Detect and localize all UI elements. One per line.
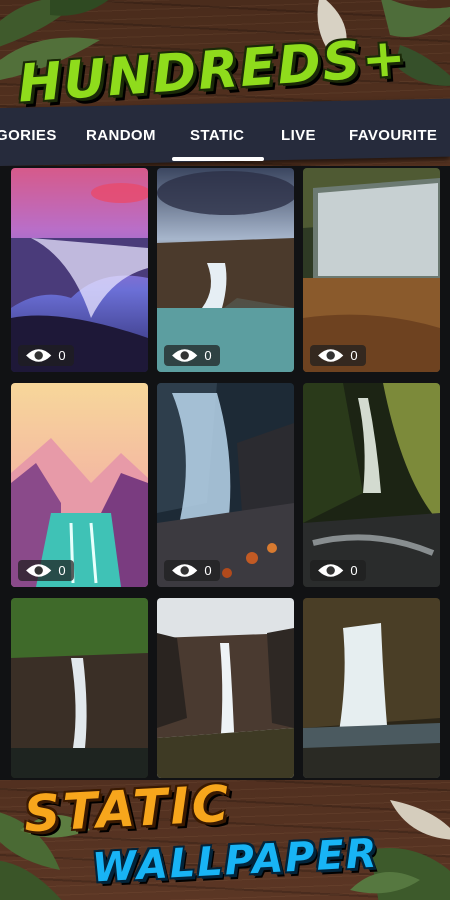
view-count: 0 xyxy=(58,348,66,363)
eye-icon xyxy=(318,564,344,577)
tab-live[interactable]: LIVE xyxy=(281,127,316,144)
wallpaper-tile[interactable] xyxy=(303,598,440,778)
eye-icon xyxy=(26,564,52,577)
wallpaper-image xyxy=(157,383,294,587)
wallpaper-image xyxy=(303,383,440,587)
tab-favourite[interactable]: FAVOURITE xyxy=(349,127,437,144)
view-count: 0 xyxy=(204,563,212,578)
view-count-badge: 0 xyxy=(18,560,74,581)
view-count: 0 xyxy=(204,348,212,363)
wallpaper-tile[interactable]: 0 xyxy=(157,383,294,587)
wallpaper-image xyxy=(303,168,440,372)
tab-categories[interactable]: GORIES xyxy=(0,127,57,144)
wallpaper-tile[interactable]: 0 xyxy=(303,168,440,372)
eye-icon xyxy=(26,349,52,362)
wallpaper-image xyxy=(303,598,440,778)
eye-icon xyxy=(172,564,198,577)
wallpaper-tile[interactable]: 0 xyxy=(11,383,148,587)
view-count-badge: 0 xyxy=(310,560,366,581)
wallpaper-grid: 0 0 0 0 0 0 xyxy=(0,166,450,780)
wallpaper-image xyxy=(157,598,294,778)
eye-icon xyxy=(172,349,198,362)
wallpaper-tile[interactable] xyxy=(157,598,294,778)
wallpaper-tile[interactable] xyxy=(11,598,148,778)
view-count-badge: 0 xyxy=(164,560,220,581)
wallpaper-image xyxy=(11,383,148,587)
wallpaper-image xyxy=(11,598,148,778)
wallpaper-tile[interactable]: 0 xyxy=(157,168,294,372)
wallpaper-image xyxy=(11,168,148,372)
view-count-badge: 0 xyxy=(18,345,74,366)
active-tab-indicator xyxy=(172,157,264,161)
view-count: 0 xyxy=(350,563,358,578)
view-count: 0 xyxy=(350,348,358,363)
wallpaper-tile[interactable]: 0 xyxy=(303,383,440,587)
wallpaper-tile[interactable]: 0 xyxy=(11,168,148,372)
tab-bar: GORIES RANDOM STATIC LIVE FAVOURITE xyxy=(0,112,450,162)
view-count-badge: 0 xyxy=(310,345,366,366)
view-count: 0 xyxy=(58,563,66,578)
tab-random[interactable]: RANDOM xyxy=(86,127,156,144)
tab-static[interactable]: STATIC xyxy=(190,127,244,144)
promo-title-static: STATIC xyxy=(22,774,233,844)
wallpaper-image xyxy=(157,168,294,372)
view-count-badge: 0 xyxy=(164,345,220,366)
eye-icon xyxy=(318,349,344,362)
